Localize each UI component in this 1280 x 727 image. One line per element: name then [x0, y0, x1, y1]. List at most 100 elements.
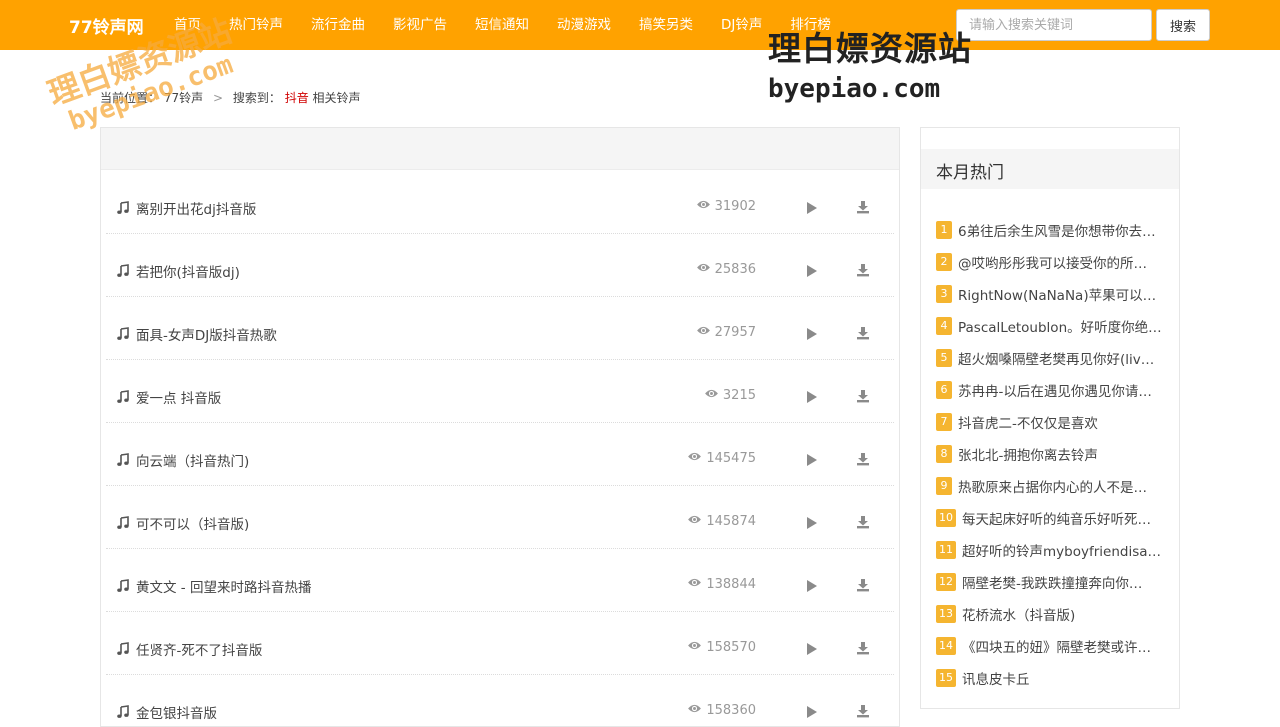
play-icon[interactable]	[805, 452, 819, 466]
breadcrumb-search-label: 搜索到：	[232, 91, 281, 105]
eye-icon	[687, 451, 702, 466]
music-note-icon	[116, 641, 130, 655]
view-count: 145475	[687, 451, 756, 466]
download-icon[interactable]	[856, 199, 870, 214]
hot-list-item[interactable]: 3 RightNow(NaNaNa)苹果可以…	[936, 278, 1166, 310]
hot-list-item[interactable]: 13 花桥流水（抖音版)	[936, 598, 1166, 630]
download-icon[interactable]	[856, 325, 870, 340]
ringtone-row[interactable]: 离别开出花dj抖音版 31902	[106, 171, 894, 234]
ringtone-title[interactable]: 任贤齐-死不了抖音版	[136, 639, 262, 659]
site-logo[interactable]: 77铃声网	[69, 13, 144, 38]
hot-list-item[interactable]: 2 @哎哟彤彤我可以接受你的所…	[936, 246, 1166, 278]
download-icon[interactable]	[856, 388, 870, 403]
rank-badge: 3	[936, 285, 952, 303]
hot-list-item[interactable]: 12 隔壁老樊-我跌跌撞撞奔向你…	[936, 566, 1166, 598]
hot-list-item[interactable]: 9 热歌原来占据你内心的人不是…	[936, 470, 1166, 502]
ringtone-title[interactable]: 金包银抖音版	[136, 702, 217, 722]
music-note-icon	[116, 200, 130, 214]
play-icon[interactable]	[805, 389, 819, 403]
ringtone-title[interactable]: 黄文文 - 回望来时路抖音热播	[136, 576, 311, 596]
breadcrumb-suffix: 相关铃声	[312, 91, 361, 105]
nav-item[interactable]: 短信通知	[461, 0, 543, 50]
view-count: 145874	[687, 514, 756, 529]
search-button[interactable]: 搜索	[1156, 9, 1210, 41]
download-icon[interactable]	[856, 451, 870, 466]
ringtone-row[interactable]: 向云端（抖音热门) 145475	[106, 423, 894, 486]
hot-item-title[interactable]: 花桥流水（抖音版)	[962, 604, 1075, 624]
ringtone-title[interactable]: 离别开出花dj抖音版	[136, 198, 256, 218]
nav-item[interactable]: 影视广告	[379, 0, 461, 50]
hot-item-title[interactable]: RightNow(NaNaNa)苹果可以…	[958, 284, 1156, 304]
ringtone-row[interactable]: 任贤齐-死不了抖音版 158570	[106, 612, 894, 675]
music-note-icon	[116, 452, 130, 466]
hot-item-title[interactable]: 每天起床好听的纯音乐好听死…	[962, 508, 1151, 528]
rank-badge: 14	[936, 637, 956, 655]
download-icon[interactable]	[856, 514, 870, 529]
hot-item-title[interactable]: 《四块五的妞》隔壁老樊或许…	[962, 636, 1151, 656]
hot-list-item[interactable]: 6 苏冉冉-以后在遇见你遇见你请…	[936, 374, 1166, 406]
play-icon[interactable]	[805, 515, 819, 529]
download-icon[interactable]	[856, 577, 870, 592]
nav-item[interactable]: DJ铃声	[707, 0, 776, 50]
download-icon[interactable]	[856, 703, 870, 718]
ringtone-row[interactable]: 金包银抖音版 158360	[106, 675, 894, 726]
hot-list-item[interactable]: 14 《四块五的妞》隔壁老樊或许…	[936, 630, 1166, 662]
hot-item-title[interactable]: 6弟往后余生风雪是你想带你去…	[958, 220, 1156, 240]
nav-item[interactable]: 流行金曲	[297, 0, 379, 50]
rank-badge: 6	[936, 381, 952, 399]
hot-item-title[interactable]: 热歌原来占据你内心的人不是…	[958, 476, 1147, 496]
ringtone-title[interactable]: 面具-女声DJ版抖音热歌	[136, 324, 277, 344]
hot-list-item[interactable]: 5 超火烟嗓隔壁老樊再见你好(liv…	[936, 342, 1166, 374]
hot-item-title[interactable]: @哎哟彤彤我可以接受你的所…	[958, 252, 1147, 272]
hot-list: 1 6弟往后余生风雪是你想带你去… 2 @哎哟彤彤我可以接受你的所… 3 RightNow…	[936, 214, 1166, 694]
hot-item-title[interactable]: 苏冉冉-以后在遇见你遇见你请…	[958, 380, 1152, 400]
play-icon[interactable]	[805, 578, 819, 592]
ringtone-list-panel: 离别开出花dj抖音版 31902 若把你(抖音版dj) 25836 面具-女声DJ版抖音…	[100, 127, 900, 727]
side-panel-title: 本月热门	[936, 163, 1004, 183]
hot-list-item[interactable]: 8 张北北-拥抱你离去铃声	[936, 438, 1166, 470]
view-count-value: 145874	[706, 514, 756, 529]
search-input[interactable]	[956, 9, 1152, 41]
hot-list-item[interactable]: 15 讯息皮卡丘	[936, 662, 1166, 694]
hot-list-item[interactable]: 1 6弟往后余生风雪是你想带你去…	[936, 214, 1166, 246]
hot-item-title[interactable]: PascalLetoublon。好听度你绝…	[958, 316, 1162, 336]
play-icon[interactable]	[805, 326, 819, 340]
nav-item[interactable]: 搞笑另类	[625, 0, 707, 50]
view-count: 27957	[696, 325, 756, 340]
hot-item-title[interactable]: 隔壁老樊-我跌跌撞撞奔向你…	[962, 572, 1142, 592]
play-icon[interactable]	[805, 263, 819, 277]
hot-list-item[interactable]: 11 超好听的铃声myboyfriendisag…	[936, 534, 1166, 566]
rank-badge: 7	[936, 413, 952, 431]
hot-item-title[interactable]: 张北北-拥抱你离去铃声	[958, 444, 1098, 464]
monthly-hot-panel: 本月热门 1 6弟往后余生风雪是你想带你去… 2 @哎哟彤彤我可以接受你的所… 3 Rig…	[920, 127, 1180, 709]
rank-badge: 12	[936, 573, 956, 591]
hot-list-item[interactable]: 7 抖音虎二-不仅仅是喜欢	[936, 406, 1166, 438]
download-icon[interactable]	[856, 262, 870, 277]
ringtone-title[interactable]: 可不可以（抖音版)	[136, 513, 249, 533]
ringtone-title[interactable]: 爱一点 抖音版	[136, 387, 221, 407]
play-icon[interactable]	[805, 200, 819, 214]
play-icon[interactable]	[805, 704, 819, 718]
watermark-domain: byepiao.com	[768, 74, 941, 104]
hot-item-title[interactable]: 抖音虎二-不仅仅是喜欢	[958, 412, 1098, 432]
rank-badge: 15	[936, 669, 956, 687]
hot-item-title[interactable]: 讯息皮卡丘	[962, 668, 1030, 688]
hot-item-title[interactable]: 超好听的铃声myboyfriendisag…	[962, 540, 1166, 560]
ringtone-row[interactable]: 面具-女声DJ版抖音热歌 27957	[106, 297, 894, 360]
hot-item-title[interactable]: 超火烟嗓隔壁老樊再见你好(liv…	[958, 348, 1154, 368]
play-icon[interactable]	[805, 641, 819, 655]
ringtone-row[interactable]: 若把你(抖音版dj) 25836	[106, 234, 894, 297]
music-note-icon	[116, 389, 130, 403]
rank-badge: 9	[936, 477, 952, 495]
view-count-value: 158360	[706, 703, 756, 718]
ringtone-row[interactable]: 可不可以（抖音版) 145874	[106, 486, 894, 549]
ringtone-title[interactable]: 若把你(抖音版dj)	[136, 261, 240, 281]
list-panel-header	[101, 128, 899, 170]
download-icon[interactable]	[856, 640, 870, 655]
hot-list-item[interactable]: 4 PascalLetoublon。好听度你绝…	[936, 310, 1166, 342]
nav-item[interactable]: 动漫游戏	[543, 0, 625, 50]
ringtone-title[interactable]: 向云端（抖音热门)	[136, 450, 249, 470]
hot-list-item[interactable]: 10 每天起床好听的纯音乐好听死…	[936, 502, 1166, 534]
ringtone-row[interactable]: 黄文文 - 回望来时路抖音热播 138844	[106, 549, 894, 612]
ringtone-row[interactable]: 爱一点 抖音版 3215	[106, 360, 894, 423]
